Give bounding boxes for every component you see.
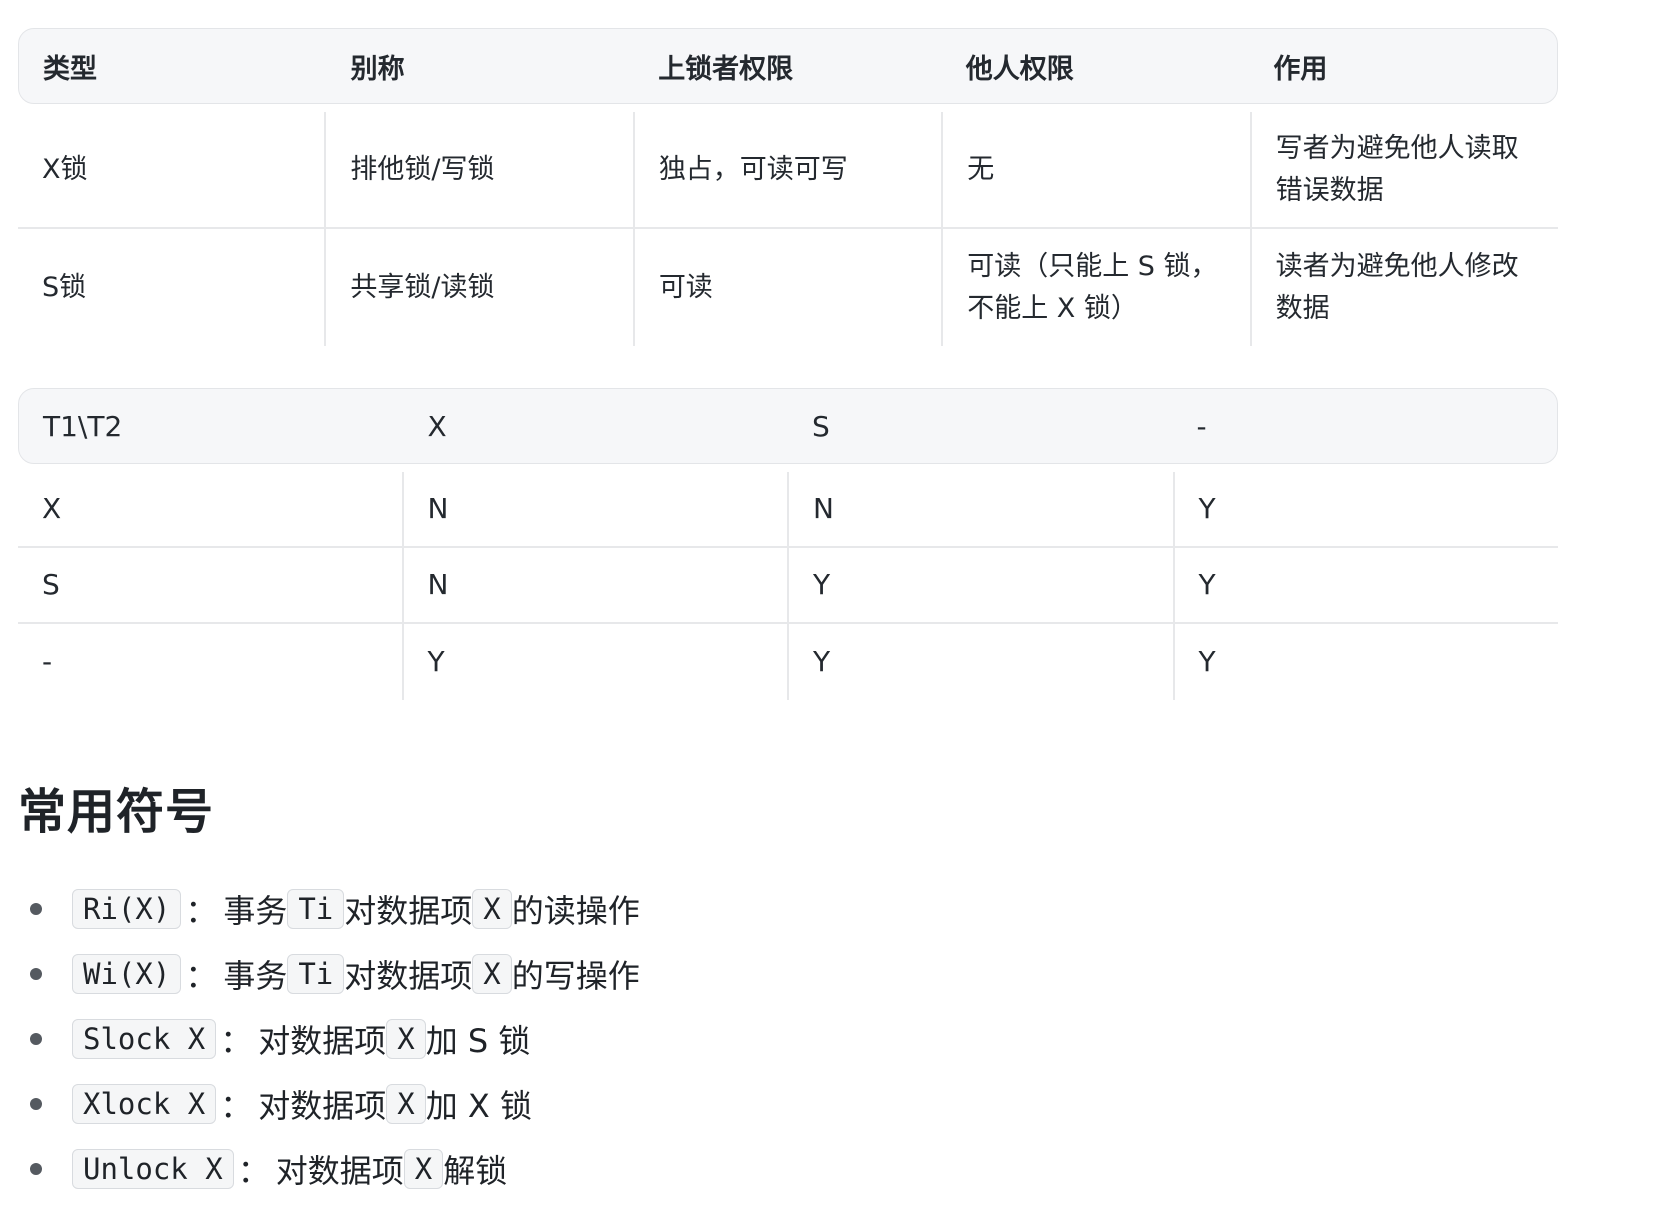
header-cell: 别称 bbox=[350, 53, 405, 85]
inline-code: Ti bbox=[287, 953, 345, 994]
table-cell: 排他锁/写锁 bbox=[324, 112, 632, 227]
header-cell: 类型 bbox=[43, 53, 97, 85]
table-cell: S bbox=[42, 568, 60, 601]
inline-code: Xlock X bbox=[72, 1083, 217, 1124]
inline-code: X bbox=[386, 1018, 426, 1059]
separator: ： bbox=[185, 891, 218, 930]
item-text: 对数据项 bbox=[344, 891, 473, 930]
table-cell: X bbox=[42, 492, 62, 525]
inline-code: Unlock X bbox=[72, 1148, 234, 1189]
header-cell: 作用 bbox=[1273, 53, 1328, 85]
header-cell: - bbox=[1196, 409, 1207, 443]
table-cell: Y bbox=[401, 624, 788, 700]
table-row: S锁 共享锁/读锁 可读 可读（只能上 S 锁，不能上 X 锁） 读者为避免他人… bbox=[18, 229, 1558, 346]
table-row: X N N Y bbox=[18, 472, 1558, 548]
list-item: Slock X ： 对数据项 X 加 S 锁 bbox=[30, 1006, 640, 1071]
table-cell: 共享锁/读锁 bbox=[324, 229, 632, 346]
header-cell: 上锁者权限 bbox=[658, 53, 794, 85]
bullet-icon bbox=[30, 1162, 42, 1175]
bullet-icon bbox=[30, 1097, 42, 1110]
table-cell: 写者为避免他人读取错误数据 bbox=[1249, 112, 1558, 227]
lock-compat-table: T1\T2 X S - X N N Y S N Y Y - Y Y Y bbox=[18, 388, 1558, 700]
inline-code: X bbox=[472, 888, 512, 929]
table-cell: Y bbox=[787, 624, 1173, 700]
inline-code: X bbox=[386, 1083, 426, 1124]
separator: ： bbox=[220, 1021, 253, 1060]
item-text: 对数据项 bbox=[258, 1021, 387, 1060]
table-cell: 可读（只能上 S 锁，不能上 X 锁） bbox=[941, 229, 1249, 346]
item-text: 加 X 锁 bbox=[425, 1086, 532, 1125]
table-cell: 读者为避免他人修改数据 bbox=[1249, 229, 1558, 346]
section-heading: 常用符号 bbox=[18, 784, 215, 840]
separator: ： bbox=[220, 1086, 253, 1125]
table-cell: Y bbox=[787, 548, 1173, 622]
separator: ： bbox=[237, 1151, 270, 1190]
table-row: X锁 排他锁/写锁 独占，可读可写 无 写者为避免他人读取错误数据 bbox=[18, 112, 1558, 229]
item-text: 对数据项 bbox=[344, 956, 473, 995]
bullet-icon bbox=[30, 902, 42, 915]
table-cell: 可读 bbox=[632, 229, 941, 346]
table-cell: 无 bbox=[941, 112, 1249, 227]
list-item: Ri(X) ： 事务 Ti 对数据项 X 的读操作 bbox=[30, 876, 640, 941]
inline-code: Slock X bbox=[72, 1018, 217, 1059]
header-cell: X bbox=[427, 409, 447, 443]
inline-code: X bbox=[472, 953, 512, 994]
table-cell: Y bbox=[1172, 548, 1559, 622]
separator: ： bbox=[185, 956, 218, 995]
table-cell: N bbox=[401, 472, 788, 546]
table-cell: - bbox=[42, 645, 53, 678]
list-item: Wi(X) ： 事务 Ti 对数据项 X 的写操作 bbox=[30, 941, 640, 1006]
item-text: 对数据项 bbox=[258, 1086, 387, 1125]
table-cell: Y bbox=[1172, 624, 1559, 700]
table-header: 类型 别称 上锁者权限 他人权限 作用 bbox=[18, 28, 1558, 104]
table-row: S N Y Y bbox=[18, 548, 1558, 624]
table-body: X锁 排他锁/写锁 独占，可读可写 无 写者为避免他人读取错误数据 S锁 共享锁… bbox=[18, 112, 1558, 346]
table-cell: N bbox=[401, 548, 788, 622]
table-cell: N bbox=[787, 472, 1173, 546]
item-text: 事务 bbox=[223, 891, 288, 930]
item-text: 的写操作 bbox=[511, 956, 640, 995]
list-item: Xlock X ： 对数据项 X 加 X 锁 bbox=[30, 1071, 640, 1136]
table-cell: 独占，可读可写 bbox=[632, 112, 941, 227]
inline-code: Ti bbox=[287, 888, 345, 929]
table-body: X N N Y S N Y Y - Y Y Y bbox=[18, 472, 1558, 700]
header-cell: T1\T2 bbox=[43, 409, 123, 443]
inline-code: Wi(X) bbox=[72, 953, 182, 994]
symbol-list: Ri(X) ： 事务 Ti 对数据项 X 的读操作 Wi(X) ： 事务 Ti … bbox=[30, 876, 640, 1201]
item-text: 解锁 bbox=[443, 1151, 508, 1190]
bullet-icon bbox=[30, 967, 42, 980]
inline-code: X bbox=[403, 1148, 444, 1189]
table-cell: S锁 bbox=[42, 271, 87, 303]
table-cell: X锁 bbox=[42, 153, 88, 185]
lock-types-table: 类型 别称 上锁者权限 他人权限 作用 X锁 排他锁/写锁 独占，可读可写 无 … bbox=[18, 28, 1558, 346]
item-text: 的读操作 bbox=[511, 891, 640, 930]
table-cell: Y bbox=[1172, 472, 1559, 546]
header-cell: S bbox=[812, 409, 830, 443]
table-row: - Y Y Y bbox=[18, 624, 1558, 700]
bullet-icon bbox=[30, 1032, 42, 1045]
header-cell: 他人权限 bbox=[965, 53, 1074, 85]
item-text: 事务 bbox=[223, 956, 288, 995]
item-text: 对数据项 bbox=[275, 1151, 404, 1190]
item-text: 加 S 锁 bbox=[425, 1021, 531, 1060]
inline-code: Ri(X) bbox=[72, 888, 182, 929]
table-header: T1\T2 X S - bbox=[18, 388, 1558, 464]
list-item: Unlock X ： 对数据项 X 解锁 bbox=[30, 1136, 640, 1201]
